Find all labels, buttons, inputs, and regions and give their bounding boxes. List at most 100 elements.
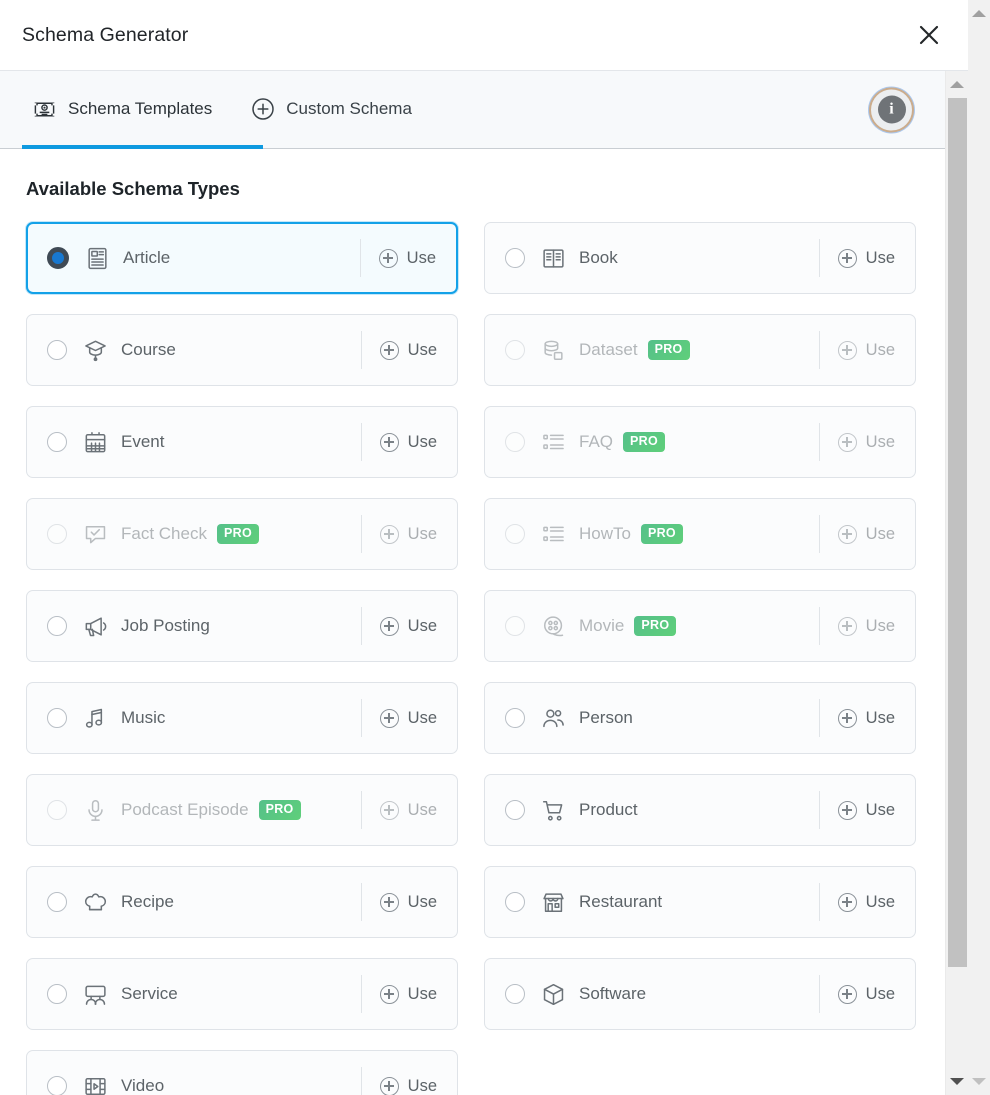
radio-article[interactable]: [47, 247, 69, 269]
use-button[interactable]: Use: [379, 1076, 437, 1095]
schema-type-label: FAQ: [579, 432, 614, 451]
tab-schema-templates[interactable]: Schema Templates: [22, 71, 222, 147]
radio-book[interactable]: [505, 248, 525, 268]
book-icon: [540, 245, 566, 271]
use-button-label: Use: [865, 892, 895, 911]
radio-music[interactable]: [47, 708, 67, 728]
inner-scrollbar[interactable]: [945, 71, 968, 1095]
schema-type-card-person[interactable]: Person Use: [484, 682, 916, 754]
use-action-area: Use: [360, 1067, 457, 1095]
schema-type-card-job-posting[interactable]: Job Posting Use: [26, 590, 458, 662]
schema-type-card-article[interactable]: Article Use: [26, 222, 458, 294]
radio-podcast-episode[interactable]: [47, 800, 67, 820]
pro-badge: PRO: [623, 432, 666, 452]
inner-scrollbar-thumb[interactable]: [948, 98, 967, 967]
radio-recipe[interactable]: [47, 892, 67, 912]
info-button[interactable]: i: [871, 89, 912, 130]
list-check-icon: [540, 429, 566, 455]
use-button[interactable]: Use: [837, 616, 895, 636]
radio-video[interactable]: [47, 1076, 67, 1095]
modal-header: Schema Generator: [0, 0, 968, 71]
radio-movie[interactable]: [505, 616, 525, 636]
use-button-label: Use: [865, 800, 895, 819]
scroll-down-arrow-page[interactable]: [972, 1078, 986, 1085]
schema-type-card-podcast-episode[interactable]: Podcast Episode PRO Use: [26, 774, 458, 846]
radio-event[interactable]: [47, 432, 67, 452]
radio-faq[interactable]: [505, 432, 525, 452]
radio-person[interactable]: [505, 708, 525, 728]
service-desk-icon: [82, 981, 108, 1007]
use-button[interactable]: Use: [378, 248, 436, 268]
use-button-label: Use: [407, 524, 437, 543]
use-action-area: Use: [818, 883, 915, 921]
schema-type-card-restaurant[interactable]: Restaurant Use: [484, 866, 916, 938]
schema-type-card-video[interactable]: Video Use: [26, 1050, 458, 1095]
schema-type-card-faq[interactable]: FAQ PRO Use: [484, 406, 916, 478]
use-button[interactable]: Use: [837, 984, 895, 1004]
schema-type-card-music[interactable]: Music Use: [26, 682, 458, 754]
plus-icon: [379, 984, 399, 1004]
use-button[interactable]: Use: [379, 984, 437, 1004]
radio-software[interactable]: [505, 984, 525, 1004]
article-icon: [84, 245, 110, 271]
schema-type-card-dataset[interactable]: Dataset PRO Use: [484, 314, 916, 386]
schema-type-label: Course: [121, 340, 176, 359]
use-button-label: Use: [407, 432, 437, 451]
use-button[interactable]: Use: [837, 432, 895, 452]
use-button-label: Use: [407, 1076, 437, 1095]
use-button[interactable]: Use: [837, 248, 895, 268]
use-action-area: Use: [818, 331, 915, 369]
scroll-down-arrow-inner[interactable]: [950, 1078, 964, 1085]
radio-howto[interactable]: [505, 524, 525, 544]
use-button[interactable]: Use: [837, 524, 895, 544]
radio-product[interactable]: [505, 800, 525, 820]
plus-icon: [379, 1076, 399, 1095]
scroll-up-arrow-page[interactable]: [972, 10, 986, 17]
radio-job-posting[interactable]: [47, 616, 67, 636]
schema-type-label: Event: [121, 432, 165, 451]
plus-icon: [837, 524, 857, 544]
plus-circle-icon: [250, 97, 275, 122]
radio-dataset[interactable]: [505, 340, 525, 360]
use-button[interactable]: Use: [379, 616, 437, 636]
schema-type-card-course[interactable]: Course Use: [26, 314, 458, 386]
plus-icon: [378, 248, 398, 268]
page-scrollbar[interactable]: [968, 0, 990, 1095]
use-button[interactable]: Use: [379, 432, 437, 452]
use-action-area: Use: [818, 699, 915, 737]
use-button-label: Use: [865, 708, 895, 727]
use-button[interactable]: Use: [837, 892, 895, 912]
schema-type-card-howto[interactable]: HowTo PRO Use: [484, 498, 916, 570]
use-button[interactable]: Use: [379, 340, 437, 360]
use-button[interactable]: Use: [379, 708, 437, 728]
scroll-up-arrow-inner[interactable]: [950, 81, 964, 88]
pro-badge: PRO: [640, 524, 683, 544]
use-button[interactable]: Use: [837, 340, 895, 360]
schema-type-card-software[interactable]: Software Use: [484, 958, 916, 1030]
schema-type-card-book[interactable]: Book Use: [484, 222, 916, 294]
use-button[interactable]: Use: [379, 524, 437, 544]
schema-type-card-movie[interactable]: Movie PRO Use: [484, 590, 916, 662]
plus-icon: [379, 524, 399, 544]
radio-service[interactable]: [47, 984, 67, 1004]
schema-generator-modal: Schema Generator Schema Templates Custom…: [0, 0, 990, 1095]
schema-type-card-event[interactable]: Event Use: [26, 406, 458, 478]
schema-type-card-recipe[interactable]: Recipe Use: [26, 866, 458, 938]
use-button-label: Use: [407, 708, 437, 727]
use-button[interactable]: Use: [379, 800, 437, 820]
schema-type-card-service[interactable]: Service Use: [26, 958, 458, 1030]
use-button[interactable]: Use: [837, 800, 895, 820]
tab-custom-schema[interactable]: Custom Schema: [240, 71, 422, 147]
use-button[interactable]: Use: [837, 708, 895, 728]
radio-course[interactable]: [47, 340, 67, 360]
schema-type-card-product[interactable]: Product Use: [484, 774, 916, 846]
megaphone-icon: [82, 613, 108, 639]
certificate-icon: [32, 97, 57, 122]
close-icon[interactable]: [912, 18, 946, 52]
schema-type-card-fact-check[interactable]: Fact Check PRO Use: [26, 498, 458, 570]
radio-restaurant[interactable]: [505, 892, 525, 912]
use-button[interactable]: Use: [379, 892, 437, 912]
radio-fact-check[interactable]: [47, 524, 67, 544]
use-button-label: Use: [407, 800, 437, 819]
shopping-cart-icon: [540, 797, 566, 823]
